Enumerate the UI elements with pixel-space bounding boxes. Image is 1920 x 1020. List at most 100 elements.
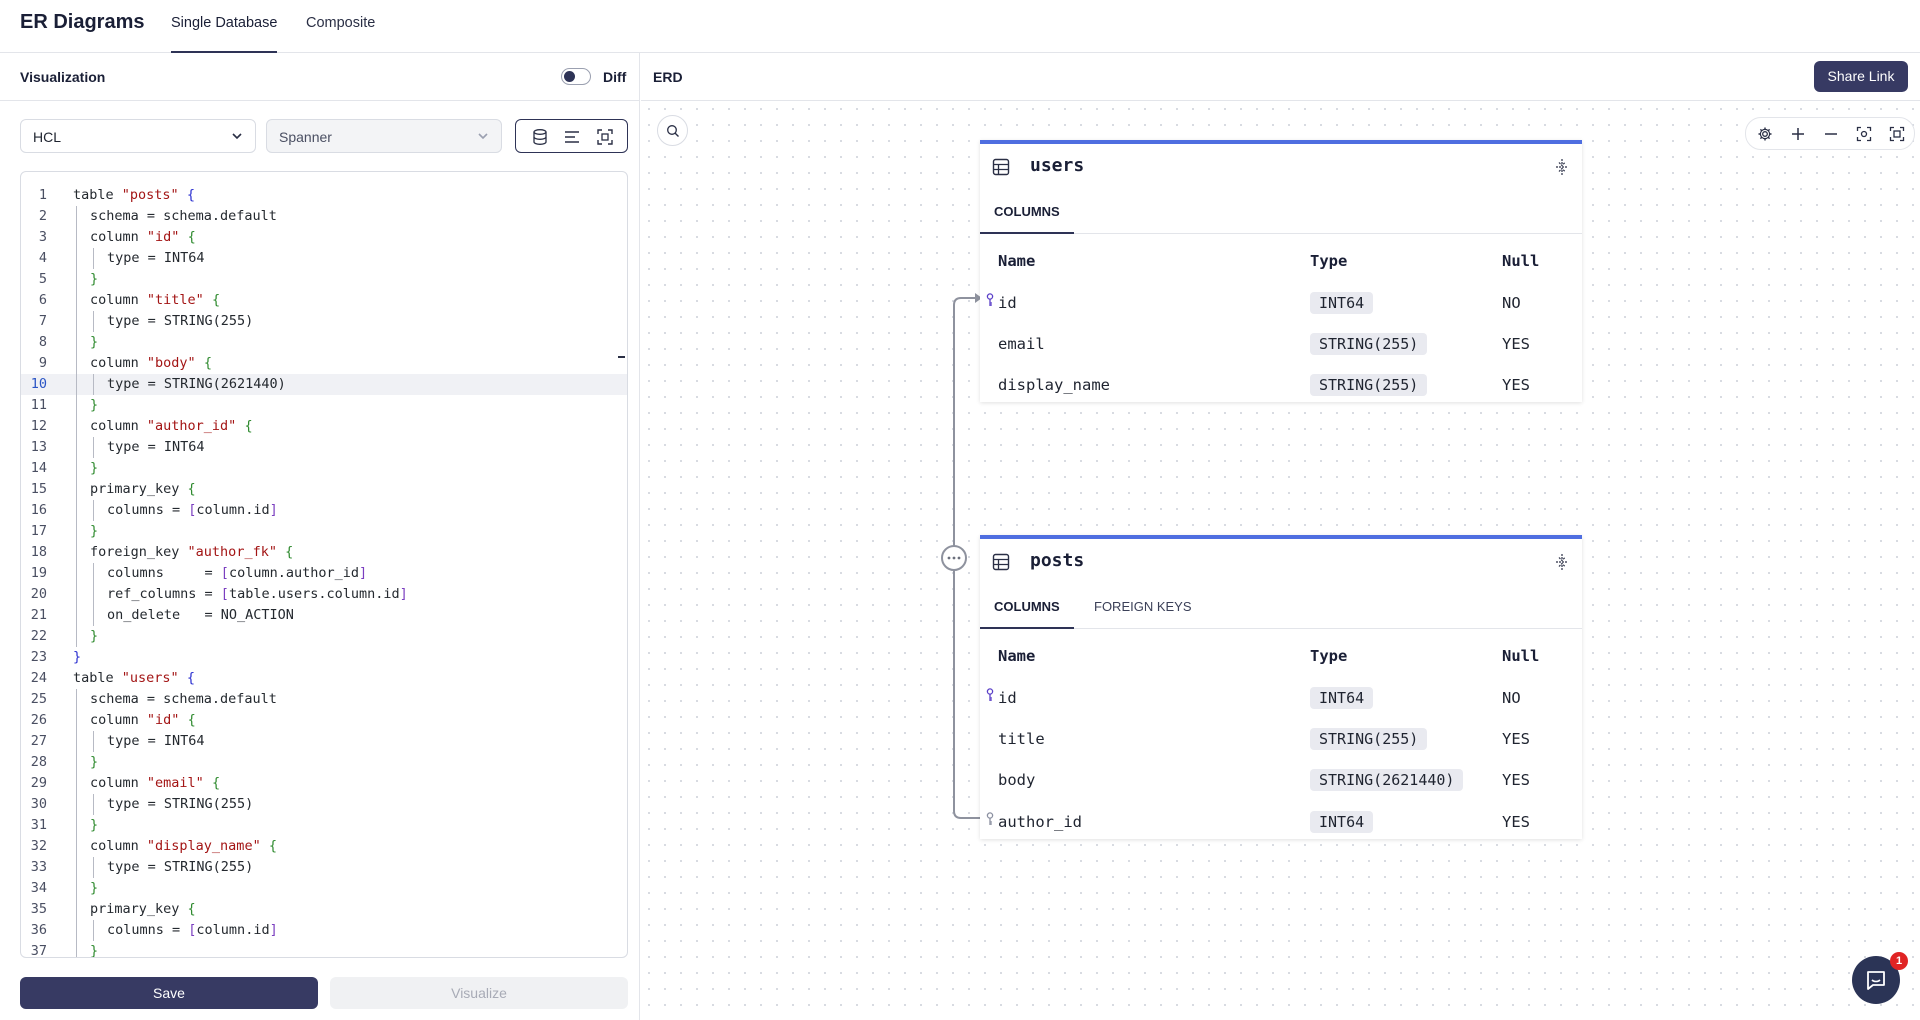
code-text: } (90, 334, 99, 350)
code-text: column "display_name" { (90, 838, 277, 854)
code-text: schema = schema.default (90, 208, 277, 224)
database-icon[interactable] (531, 128, 549, 146)
code-line[interactable]: 30 type = STRING(255) (21, 794, 627, 815)
code-line[interactable]: 22} (21, 626, 627, 647)
diff-toggle[interactable] (561, 68, 591, 85)
code-line[interactable]: 13 type = INT64 (21, 437, 627, 458)
code-text: type = INT64 (107, 439, 205, 455)
dialect-select-value: Spanner (279, 129, 332, 145)
tab-columns[interactable]: COLUMNS (980, 204, 1074, 234)
indent-guide (76, 500, 77, 521)
code-line[interactable]: 2 schema = schema.default (21, 206, 627, 227)
code-text: type = STRING(255) (107, 859, 254, 875)
line-number: 3 (38, 229, 47, 245)
code-line[interactable]: 35 primary_key { (21, 899, 627, 920)
code-line[interactable]: 11} (21, 395, 627, 416)
dialect-select[interactable]: Spanner (266, 119, 502, 153)
column-name: body (998, 771, 1036, 789)
code-line[interactable]: 8} (21, 332, 627, 353)
code-line[interactable]: 36 columns = [column.id] (21, 920, 627, 941)
line-number: 30 (30, 796, 47, 812)
code-line[interactable]: 6 column "title" { (21, 290, 627, 311)
indent-guide (93, 563, 94, 584)
code-text: table "posts" { (73, 187, 195, 203)
tab-columns[interactable]: COLUMNS (980, 599, 1074, 629)
chat-icon (1867, 971, 1885, 990)
top-bar: ER Diagrams Single Database Composite (0, 0, 1920, 53)
save-button[interactable]: Save (20, 977, 318, 1009)
fit-screen-icon[interactable] (596, 128, 614, 146)
indent-guide (76, 941, 77, 957)
line-number: 20 (30, 586, 47, 602)
column-name: email (998, 335, 1045, 353)
code-line[interactable]: 12 column "author_id" { (21, 416, 627, 437)
code-line[interactable]: 3 column "id" { (21, 227, 627, 248)
visualize-button[interactable]: Visualize (330, 977, 628, 1009)
code-line[interactable]: 5} (21, 269, 627, 290)
indent-guide (76, 269, 77, 290)
code-line[interactable]: 18 foreign_key "author_fk" { (21, 542, 627, 563)
code-line[interactable]: 14} (21, 458, 627, 479)
indent-guide (76, 773, 77, 794)
collapse-icon[interactable] (1554, 158, 1570, 176)
indent-guide (76, 626, 77, 647)
indent-guide (93, 920, 94, 941)
erd-table-users[interactable]: users COLUMNS Name Type Null id INT64 NO… (980, 140, 1582, 402)
code-line[interactable]: 7 type = STRING(255) (21, 311, 627, 332)
indent-guide (76, 563, 77, 584)
code-text: } (90, 523, 99, 539)
col-header-type: Type (1310, 252, 1348, 270)
indent-guide (76, 437, 77, 458)
code-line[interactable]: 1 table "posts" { (21, 185, 627, 206)
code-line[interactable]: 37} (21, 941, 627, 957)
code-line[interactable]: 32 column "display_name" { (21, 836, 627, 857)
tab-composite[interactable]: Composite (306, 15, 375, 53)
code-line[interactable]: 16 columns = [column.id] (21, 500, 627, 521)
tab-foreign-keys[interactable]: FOREIGN KEYS (1080, 599, 1206, 629)
table-name: posts (1030, 550, 1085, 571)
code-line[interactable]: 4 type = INT64 (21, 248, 627, 269)
indent-guide (76, 710, 77, 731)
code-line[interactable]: 21 on_delete = NO_ACTION (21, 605, 627, 626)
line-number: 5 (38, 271, 47, 287)
line-number: 27 (30, 733, 47, 749)
column-type: STRING(255) (1310, 374, 1428, 396)
format-select[interactable]: HCL (20, 119, 256, 153)
code-line[interactable]: 29 column "email" { (21, 773, 627, 794)
relationship-menu-button[interactable] (941, 545, 967, 571)
diff-toggle-knob (564, 71, 575, 82)
column-type: STRING(255) (1310, 728, 1428, 750)
code-line[interactable]: 10 type = STRING(2621440) (21, 374, 627, 395)
code-line[interactable]: 26 column "id" { (21, 710, 627, 731)
code-line[interactable]: 31} (21, 815, 627, 836)
collapse-icon[interactable] (1554, 553, 1570, 571)
code-line[interactable]: 28} (21, 752, 627, 773)
indent-guide (76, 878, 77, 899)
tab-single-database[interactable]: Single Database (171, 15, 278, 53)
erd-panel: ERD Share Link users COLUMNS Name Type N… (641, 53, 1920, 1020)
code-line[interactable]: 34} (21, 878, 627, 899)
column-name: author_id (998, 813, 1082, 831)
code-line[interactable]: 27 type = INT64 (21, 731, 627, 752)
line-number: 22 (30, 628, 47, 644)
format-lines-icon[interactable] (563, 128, 581, 146)
code-line[interactable]: 20 ref_columns = [table.users.column.id] (21, 584, 627, 605)
code-line[interactable]: 15 primary_key { (21, 479, 627, 500)
code-text: ref_columns = [table.users.column.id] (107, 586, 408, 602)
code-line[interactable]: 23} (21, 647, 627, 668)
code-line[interactable]: 17} (21, 521, 627, 542)
code-line[interactable]: 19 columns = [column.author_id] (21, 563, 627, 584)
code-editor[interactable]: 1 table "posts" {2 schema = schema.default… (20, 171, 628, 958)
code-line[interactable]: 9 column "body" { (21, 353, 627, 374)
code-text: type = STRING(255) (107, 796, 254, 812)
chevron-down-icon (232, 133, 242, 140)
code-line[interactable]: 33 type = STRING(255) (21, 857, 627, 878)
code-line[interactable]: 25 schema = schema.default (21, 689, 627, 710)
column-type: INT64 (1310, 811, 1374, 833)
primary-key-icon (986, 688, 994, 701)
code-line[interactable]: 24 table "users" { (21, 668, 627, 689)
indent-guide (93, 311, 94, 332)
visualization-header: Visualization Diff (0, 53, 640, 101)
code-text: } (90, 271, 99, 287)
erd-table-posts[interactable]: posts COLUMNS FOREIGN KEYS Name Type Nul… (980, 535, 1582, 839)
